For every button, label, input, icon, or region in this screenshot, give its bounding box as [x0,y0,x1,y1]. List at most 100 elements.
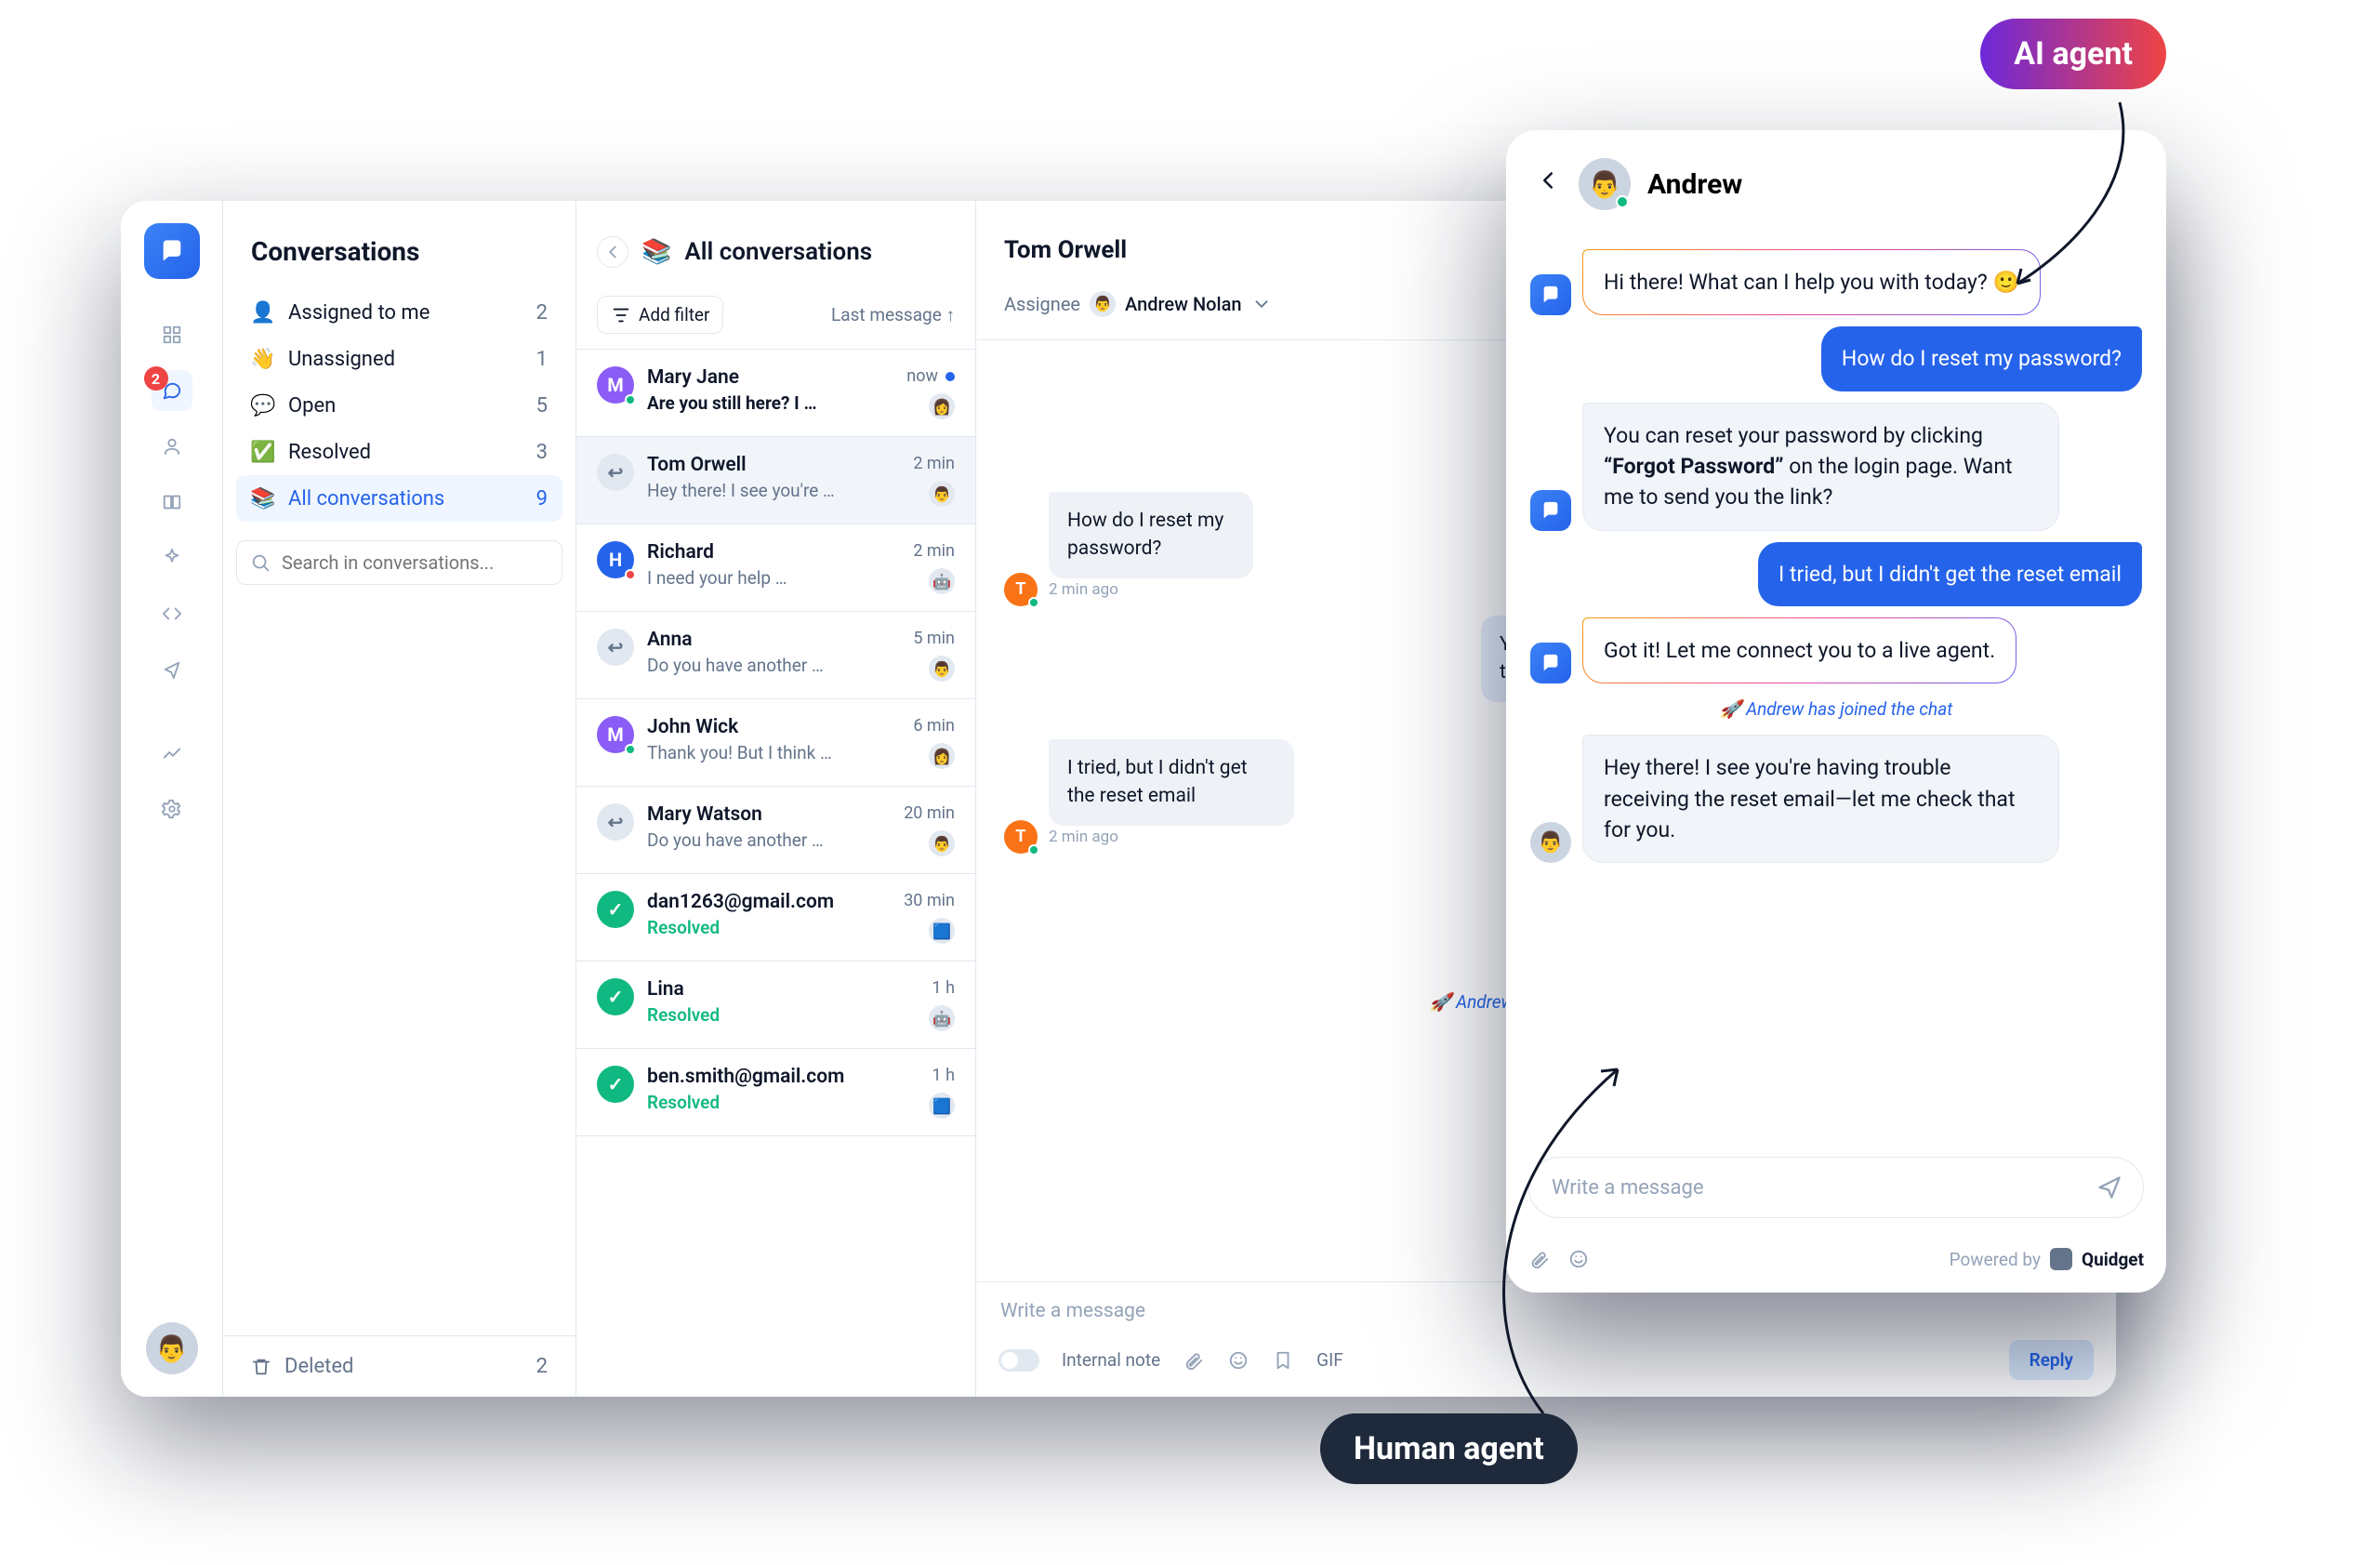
add-filter-button[interactable]: Add filter [597,296,723,334]
assignee-name: Andrew Nolan [1125,293,1241,315]
internal-note-label: Internal note [1062,1349,1160,1371]
gif-button[interactable]: GIF [1316,1349,1343,1371]
widget-bubble: Got it! Let me connect you to a live age… [1582,617,2016,683]
message-meta: 2 min ago [1049,828,1118,846]
self-avatar[interactable]: 👨 [146,1322,198,1374]
widget-agent-avatar: 👨 [1579,158,1631,210]
search-input[interactable] [280,550,549,575]
conv-time: 1 h [932,1066,956,1085]
conv-time: 20 min [904,803,955,823]
conv-time: 1 h [932,978,956,998]
bookmark-icon[interactable] [1272,1349,1294,1372]
conversation-item[interactable]: ✓ Lina Resolved 1 h 🤖 [576,962,975,1049]
conv-preview: Resolved [647,1004,916,1026]
folder-icon: 👤 [251,300,275,325]
folder-count: 3 [536,441,548,464]
conversation-item[interactable]: M John Wick Thank you! But I think … 6 m… [576,699,975,787]
conv-assignee-icon: 👨 [929,830,955,856]
folder-item[interactable]: 📚 All conversations 9 [236,475,562,522]
folder-label: Resolved [288,441,371,464]
conv-assignee-icon: 🟦 [929,1093,955,1119]
conv-assignee-icon: 🤖 [929,568,955,594]
nav-contacts-icon[interactable] [152,426,192,467]
conv-avatar: ✓ [597,978,634,1015]
assignee-avatar: 👨 [1090,291,1116,317]
chevron-left-icon [602,242,623,262]
stack-icon: 📚 [641,238,671,266]
conversation-item[interactable]: ✓ dan1263@gmail.com Resolved 30 min 🟦 [576,874,975,962]
nav-dashboard-icon[interactable] [152,314,192,355]
deleted-count: 2 [536,1355,548,1378]
assignee-picker[interactable]: Assignee 👨 Andrew Nolan [1004,291,1272,317]
nav-ai-icon[interactable] [152,537,192,578]
conv-preview: Resolved [647,1092,916,1113]
conv-time: 2 min [913,454,955,473]
message-meta: 2 min ago [1049,580,1118,599]
nav-code-icon[interactable] [152,593,192,634]
send-icon[interactable] [2096,1174,2122,1200]
chat-title: Tom Orwell [1004,236,1127,264]
widget-bubble: Hi there! What can I help you with today… [1582,249,2041,315]
nav-badge: 2 [144,366,168,391]
widget-message-row: 👨Hey there! I see you're having trouble … [1530,735,2142,863]
folder-count: 2 [536,301,548,325]
folder-label: All conversations [288,487,444,511]
conv-name: Mary Jane [647,366,739,389]
attachment-icon[interactable] [1183,1349,1205,1372]
folder-icon: ✅ [251,440,275,464]
conversation-item[interactable]: ↩ Tom Orwell Hey there! I see you're … 2… [576,437,975,524]
deleted-folder[interactable]: Deleted 2 [223,1335,575,1397]
conv-assignee-icon: 👩 [929,393,955,419]
search-input-wrap[interactable] [236,540,562,585]
conv-assignee-icon: 🟦 [929,918,955,944]
nav-share-icon[interactable] [152,649,192,690]
nav-conversations-icon[interactable]: 2 [152,370,192,411]
assignee-label: Assignee [1004,293,1080,315]
conv-assignee-icon: 🤖 [929,1005,955,1031]
conv-time: 6 min [913,716,955,736]
conv-name: John Wick [647,716,738,738]
widget-system-message: 🚀 Andrew has joined the chat [1530,698,2142,720]
conv-preview: Do you have another … [647,655,900,676]
folder-label: Unassigned [288,348,395,371]
folder-count: 9 [536,487,548,511]
conv-avatar: ✓ [597,891,634,928]
nav-settings-icon[interactable] [152,789,192,829]
conv-name: Mary Watson [647,803,762,826]
folder-item[interactable]: 👤 Assigned to me 2 [236,289,562,336]
folder-item[interactable]: 💬 Open 5 [236,382,562,429]
folder-count: 1 [536,348,548,371]
back-button[interactable] [1534,166,1562,202]
reply-button[interactable]: Reply [2009,1340,2094,1380]
folder-icon: 💬 [251,393,275,418]
internal-note-toggle[interactable] [998,1349,1039,1372]
app-logo [144,223,200,279]
nav-analytics-icon[interactable] [152,733,192,774]
conversation-item[interactable]: ↩ Anna Do you have another … 5 min 👨 [576,612,975,699]
nav-knowledge-icon[interactable] [152,482,192,523]
conversation-item[interactable]: ✓ ben.smith@gmail.com Resolved 1 h 🟦 [576,1049,975,1136]
conv-assignee-icon: 👩 [929,743,955,769]
conversation-item[interactable]: ↩ Mary Watson Do you have another … 20 m… [576,787,975,874]
folders-title: Conversations [223,201,575,289]
sort-toggle[interactable]: Last message ↑ [831,304,955,326]
conversation-item[interactable]: H Richard I need your help … 2 min 🤖 [576,524,975,612]
folder-item[interactable]: ✅ Resolved 3 [236,429,562,475]
message-bubble: How do I reset my password? [1049,492,1253,578]
widget-bubble: You can reset your password by clicking … [1582,403,2059,531]
conversation-item[interactable]: M Mary Jane Are you still here? I … now … [576,350,975,437]
collapse-button[interactable] [597,236,628,268]
folder-item[interactable]: 👋 Unassigned 1 [236,336,562,382]
conv-name: dan1263@gmail.com [647,891,834,913]
conv-time: 5 min [913,629,955,648]
ai-arrow [1980,93,2148,298]
message-bubble: I tried, but I didn't get the reset emai… [1049,739,1294,826]
conv-avatar: M [597,716,634,753]
conv-name: Richard [647,541,714,564]
widget-message-row: Got it! Let me connect you to a live age… [1530,617,2142,683]
folder-label: Open [288,394,336,418]
conv-name: Lina [647,978,684,1001]
search-icon [250,552,271,573]
emoji-icon[interactable] [1227,1349,1250,1372]
conv-preview: Are you still here? I … [647,392,893,414]
